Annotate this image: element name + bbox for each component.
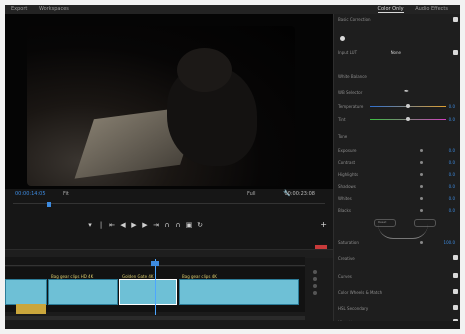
creative-checkbox[interactable] [453, 255, 458, 260]
overwrite-icon[interactable]: ∩ [173, 221, 184, 229]
highlights-value[interactable]: 0.0 [449, 172, 455, 177]
whites-label: Whites [338, 196, 352, 201]
go-to-out-icon[interactable]: ⇥ [151, 221, 162, 229]
exposure-label: Exposure [338, 148, 357, 153]
resolution-dropdown[interactable]: Full [247, 191, 256, 197]
loop-icon[interactable]: ↻ [195, 221, 206, 229]
blacks-value[interactable]: 0.0 [449, 208, 455, 213]
contrast-value[interactable]: 0.0 [449, 160, 455, 165]
video-head [177, 48, 232, 92]
timeline-playhead[interactable] [151, 261, 159, 266]
tone-label: Tone [338, 134, 348, 139]
tab-audio-effects[interactable]: Audio Effects [415, 6, 448, 12]
white-balance-label: White Balance [338, 74, 367, 79]
menu-bar: Export Workspaces Color Only Audio Effec… [5, 5, 460, 14]
slider-knob[interactable] [406, 104, 410, 108]
monitor-scrubber[interactable] [13, 202, 325, 208]
temperature-slider[interactable] [370, 104, 446, 108]
temperature-value[interactable]: 0.0 [449, 104, 455, 109]
audio-meter [315, 245, 327, 251]
audio-waveform-clip[interactable] [16, 304, 46, 314]
clip-label: Golden Gate 4K [122, 274, 154, 279]
mark-in-icon[interactable]: ▾ [85, 221, 96, 229]
input-lut-value[interactable]: None [391, 50, 401, 55]
timecode-current[interactable]: 00:00:14:05 [15, 191, 46, 197]
curves-checkbox[interactable] [453, 273, 458, 278]
step-back-icon[interactable]: ◀ [118, 221, 129, 229]
play-icon[interactable]: ▶ [129, 221, 140, 229]
menu-left: Export Workspaces [11, 5, 69, 14]
tint-value[interactable]: 0.0 [449, 117, 455, 122]
hsl-secondary-checkbox[interactable] [453, 305, 458, 310]
lumetri-color-panel: Basic Correction Input LUT None White Ba… [333, 14, 460, 329]
monitor-playhead[interactable] [47, 202, 51, 207]
whites-slider[interactable] [420, 197, 423, 200]
workspace-tabs: Color Only Audio Effects [368, 5, 448, 14]
add-button[interactable]: + [320, 220, 327, 229]
menu-workspaces[interactable]: Workspaces [39, 6, 69, 12]
export-frame-icon[interactable]: ▣ [184, 221, 195, 229]
hsl-secondary-section[interactable]: HSL Secondary [338, 306, 368, 311]
mark-out-icon[interactable]: | [96, 221, 107, 229]
input-lut-label: Input LUT [338, 50, 358, 55]
timeline-clip[interactable]: Bag gear clips 4K [179, 274, 299, 305]
shadows-value[interactable]: 0.0 [449, 184, 455, 189]
saturation-slider[interactable] [420, 241, 423, 244]
shadows-slider[interactable] [420, 185, 423, 188]
whites-value[interactable]: 0.0 [449, 196, 455, 201]
transport-bar: 00:00:14:05 Fit Full 🔧 00:00:23:08 ▾ | ⇤ ◀ ▶… [5, 189, 333, 249]
timeline-clip[interactable] [5, 279, 47, 314]
curves-section[interactable]: Curves [338, 274, 352, 279]
creative-section[interactable]: Creative [338, 256, 355, 261]
go-to-in-icon[interactable]: ⇤ [107, 221, 118, 229]
track-controls [307, 267, 325, 315]
wb-selector-label: WB Selector [338, 90, 363, 95]
fit-dropdown[interactable]: Fit [63, 191, 69, 197]
contrast-label: Contrast [338, 160, 356, 165]
video-frame [27, 26, 295, 186]
basic-correction-checkbox[interactable] [453, 17, 458, 22]
insert-icon[interactable]: ∩ [162, 221, 173, 229]
eyedropper-icon[interactable]: ✒ [404, 88, 409, 95]
shadows-label: Shadows [338, 184, 356, 189]
highlights-label: Highlights [338, 172, 359, 177]
blacks-label: Blacks [338, 208, 351, 213]
input-lut-checkbox[interactable] [453, 50, 458, 55]
tint-label: Tint [338, 117, 346, 122]
timeline-scrollbar[interactable] [5, 316, 305, 320]
step-forward-icon[interactable]: ▶ [140, 221, 151, 229]
temperature-label: Temperature [338, 104, 364, 109]
color-wheels-section[interactable]: Color Wheels & Match [338, 290, 382, 295]
status-bar [5, 321, 460, 329]
timeline-clip[interactable]: Bag gear clips HD 4K [48, 274, 118, 305]
app-window: Export Workspaces Color Only Audio Effec… [5, 5, 460, 329]
exposure-value[interactable]: 0.0 [449, 148, 455, 153]
panel-header[interactable]: Basic Correction [338, 17, 371, 22]
saturation-label: Saturation [338, 240, 359, 245]
highlights-slider[interactable] [420, 173, 423, 176]
clip-label: Bag gear clips HD 4K [51, 274, 94, 279]
contrast-slider[interactable] [420, 161, 423, 164]
timeline-playhead-line[interactable] [155, 259, 156, 315]
timecode-duration: 00:00:23:08 [284, 191, 315, 197]
clip-label: Bag gear clips 4K [182, 274, 217, 279]
tint-slider[interactable] [370, 117, 446, 121]
transport-controls: ▾ | ⇤ ◀ ▶ ▶ ⇥ ∩ ∩ ▣ ↻ [85, 221, 206, 229]
tab-color-only[interactable]: Color Only [377, 6, 404, 13]
tone-curve-graphic [378, 224, 428, 239]
timeline-clip-selected[interactable]: Golden Gate 4K [119, 274, 177, 305]
slider-knob[interactable] [406, 117, 410, 121]
exposure-slider[interactable] [420, 149, 423, 152]
menu-export[interactable]: Export [11, 6, 27, 12]
program-monitor [5, 14, 333, 189]
color-wheels-checkbox[interactable] [453, 289, 458, 294]
blacks-slider[interactable] [420, 209, 423, 212]
saturation-value[interactable]: 100.0 [444, 240, 455, 245]
fx-toggle[interactable] [340, 36, 345, 41]
